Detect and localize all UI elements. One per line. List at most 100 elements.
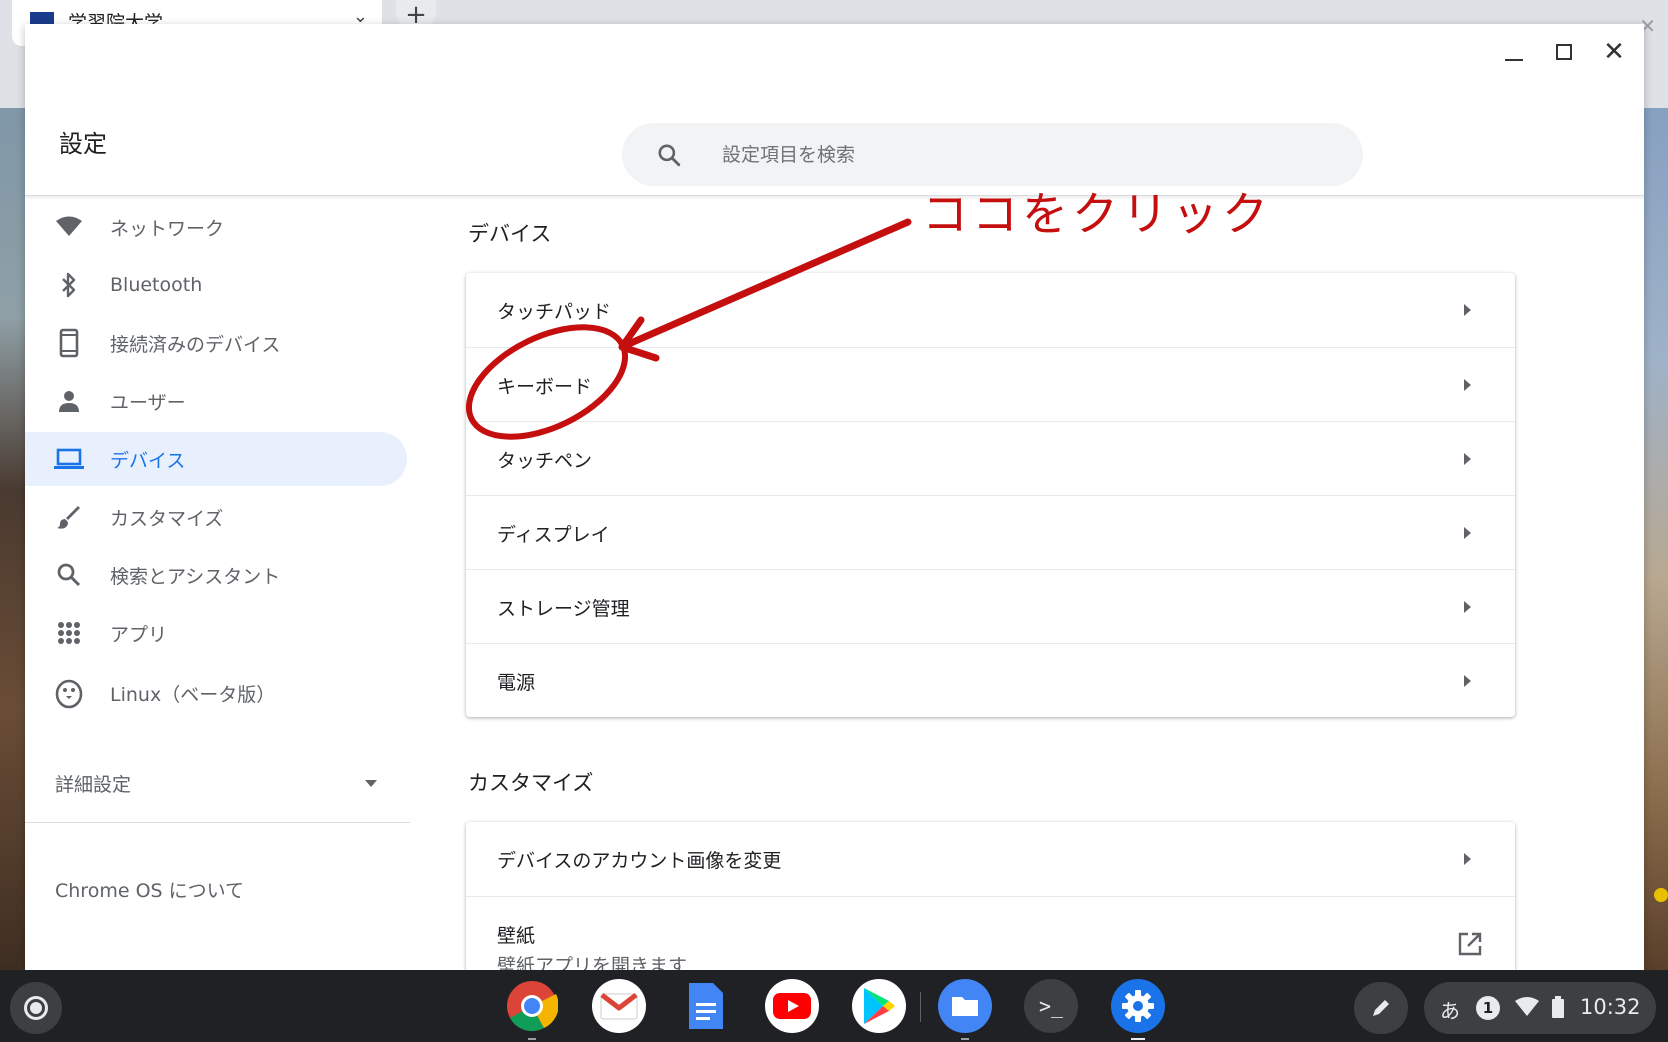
- sidebar-item-label: 検索とアシスタント: [110, 565, 281, 588]
- sidebar-item-apps[interactable]: アプリ: [25, 606, 407, 660]
- sidebar: ネットワーク Bluetooth 接続済みのデバイス ユーザー デバイス カスタ…: [25, 196, 410, 970]
- stylus-tools-button[interactable]: [1354, 982, 1408, 1034]
- wifi-icon: [53, 211, 85, 243]
- device-section-title: デバイス: [468, 222, 552, 246]
- close-button[interactable]: ✕: [1602, 37, 1626, 67]
- stylus-row[interactable]: タッチペン: [466, 421, 1515, 495]
- battery-icon: [1552, 996, 1564, 1018]
- youtube-logo-icon: [773, 993, 811, 1019]
- laptop-icon: [53, 443, 85, 475]
- brush-icon: [53, 501, 85, 533]
- notification-count-badge: 1: [1476, 996, 1500, 1020]
- sidebar-item-label: ネットワーク: [110, 217, 225, 240]
- shelf: >_ あ 1 10:32: [0, 970, 1668, 1042]
- sidebar-item-label: デバイス: [110, 449, 186, 472]
- play-logo-icon: [864, 988, 895, 1024]
- launcher-button[interactable]: [10, 982, 62, 1034]
- sidebar-item-label: Bluetooth: [110, 274, 203, 296]
- close-icon: ✕: [1603, 37, 1625, 67]
- apps-grid-icon: [53, 617, 85, 649]
- advanced-settings-label: 詳細設定: [55, 774, 132, 796]
- files-icon[interactable]: [938, 979, 992, 1040]
- sidebar-item-label: Linux（ベータ版）: [110, 683, 276, 706]
- maximize-button[interactable]: [1552, 40, 1576, 64]
- gmail-logo-icon: [600, 993, 638, 1020]
- search-input[interactable]: [722, 123, 1322, 186]
- customize-settings-card: デバイスのアカウント画像を変更 壁紙 壁紙アプリを開きます: [466, 822, 1515, 970]
- settings-header: 設定: [25, 78, 1644, 196]
- sidebar-item-users[interactable]: ユーザー: [25, 374, 407, 428]
- advanced-settings-toggle[interactable]: 詳細設定: [25, 756, 407, 810]
- settings-icon[interactable]: [1111, 979, 1165, 1040]
- sidebar-item-linux[interactable]: Linux（ベータ版）: [25, 666, 407, 720]
- sidebar-item-customize[interactable]: カスタマイズ: [25, 490, 407, 544]
- arrow-right-icon: [1464, 453, 1471, 465]
- penguin-icon: [53, 677, 85, 709]
- wallpaper-row[interactable]: 壁紙 壁紙アプリを開きます: [466, 896, 1515, 970]
- status-tray[interactable]: あ 1 10:32: [1424, 982, 1656, 1034]
- youtube-icon[interactable]: [765, 979, 819, 1033]
- device-settings-card: タッチパッド キーボード タッチペン ディスプレイ ストレージ管理 電源: [466, 273, 1515, 717]
- wifi-icon: [1515, 997, 1539, 1016]
- active-indicator: [1131, 1038, 1145, 1040]
- row-label: 電源: [497, 672, 536, 694]
- chrome-logo-icon: [507, 981, 558, 1032]
- storage-row[interactable]: ストレージ管理: [466, 569, 1515, 643]
- arrow-right-icon: [1464, 853, 1471, 865]
- account-image-row[interactable]: デバイスのアカウント画像を変更: [466, 822, 1515, 896]
- gmail-icon[interactable]: [592, 979, 646, 1033]
- sidebar-item-label: カスタマイズ: [110, 507, 224, 530]
- sidebar-item-device[interactable]: デバイス: [25, 432, 407, 486]
- dropdown-arrow-icon: [365, 780, 377, 787]
- shelf-separator: [920, 992, 921, 1022]
- launcher-core-icon: [30, 1002, 42, 1014]
- open-external-icon: [1458, 932, 1482, 956]
- sidebar-item-bluetooth[interactable]: Bluetooth: [25, 258, 407, 312]
- power-row[interactable]: 電源: [466, 643, 1515, 717]
- row-label: ディスプレイ: [497, 524, 610, 546]
- search-icon: [658, 144, 681, 167]
- customize-section-title: カスタマイズ: [468, 771, 594, 795]
- sidebar-item-network[interactable]: ネットワーク: [25, 200, 407, 254]
- arrow-right-icon: [1464, 304, 1471, 316]
- sidebar-item-label: アプリ: [110, 623, 168, 646]
- wallpaper-right: [1640, 100, 1668, 970]
- row-label: 壁紙: [497, 925, 536, 947]
- stylus-icon: [1373, 1000, 1389, 1016]
- about-chrome-os-link[interactable]: Chrome OS について: [55, 876, 244, 903]
- display-row[interactable]: ディスプレイ: [466, 495, 1515, 569]
- window-controls: ✕: [1502, 37, 1626, 67]
- row-label: キーボード: [497, 376, 593, 398]
- minimize-button[interactable]: [1502, 40, 1526, 64]
- chrome-icon[interactable]: [505, 979, 559, 1040]
- maximize-icon: [1556, 44, 1572, 60]
- row-label: デバイスのアカウント画像を変更: [497, 850, 782, 872]
- minimize-icon: [1505, 59, 1523, 61]
- wallpaper-dot: [1654, 888, 1668, 902]
- phone-icon: [53, 327, 85, 359]
- folder-icon: [952, 997, 978, 1016]
- person-icon: [53, 385, 85, 417]
- sidebar-item-search-assistant[interactable]: 検索とアシスタント: [25, 548, 407, 602]
- arrow-right-icon: [1464, 601, 1471, 613]
- touchpad-row[interactable]: タッチパッド: [466, 273, 1515, 347]
- bluetooth-icon: [53, 269, 85, 301]
- row-label: タッチパッド: [497, 301, 612, 323]
- sidebar-item-connected-devices[interactable]: 接続済みのデバイス: [25, 316, 407, 370]
- terminal-icon[interactable]: >_: [1024, 979, 1078, 1033]
- page-title: 設定: [59, 130, 107, 158]
- row-label: タッチペン: [497, 450, 593, 472]
- clock: 10:32: [1580, 995, 1641, 1019]
- running-indicator: [528, 1038, 536, 1040]
- play-store-icon[interactable]: [852, 979, 906, 1033]
- settings-window: ✕ 設定 ネットワーク Bluetooth: [25, 24, 1644, 970]
- search-box[interactable]: [622, 123, 1363, 186]
- docs-icon[interactable]: [679, 979, 733, 1033]
- row-sublabel: 壁紙アプリを開きます: [497, 955, 688, 970]
- search-icon: [53, 559, 85, 591]
- arrow-right-icon: [1464, 379, 1471, 391]
- docs-logo-icon: [689, 983, 723, 1029]
- keyboard-row[interactable]: キーボード: [466, 347, 1515, 421]
- annotation-text: ココをクリック: [922, 187, 1272, 241]
- sidebar-item-label: 接続済みのデバイス: [110, 333, 281, 356]
